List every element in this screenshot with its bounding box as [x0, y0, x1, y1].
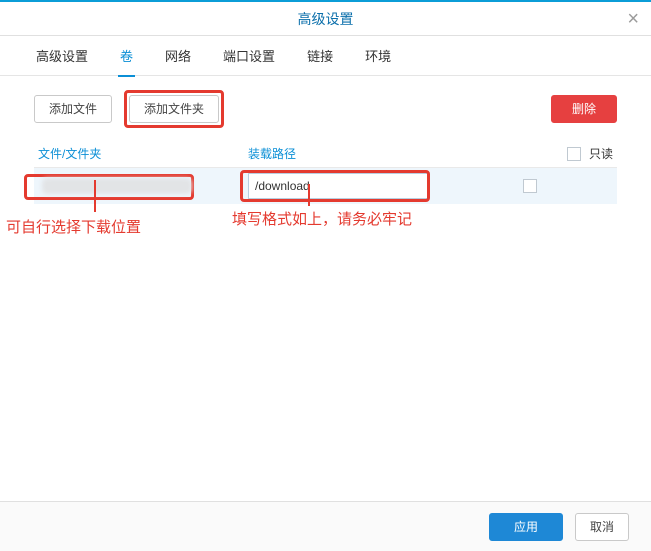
annotation-line-left: [94, 180, 96, 212]
add-folder-button[interactable]: 添加文件夹: [129, 95, 219, 123]
path-value-blurred: [42, 178, 192, 194]
readonly-header-label: 只读: [589, 145, 613, 162]
tab-volume[interactable]: 卷: [118, 46, 135, 77]
tab-network[interactable]: 网络: [163, 46, 193, 65]
tab-links[interactable]: 链接: [305, 46, 335, 65]
tab-bar: 高级设置 卷 网络 端口设置 链接 环境: [0, 36, 651, 76]
titlebar: 高级设置 ×: [0, 2, 651, 36]
cell-path[interactable]: [34, 178, 244, 194]
cell-readonly: [464, 179, 617, 193]
add-file-button[interactable]: 添加文件: [34, 95, 112, 123]
tab-advanced[interactable]: 高级设置: [34, 46, 90, 65]
tab-ports[interactable]: 端口设置: [221, 46, 277, 65]
table-area: 文件/文件夹 装载路径 只读: [0, 140, 651, 204]
delete-button[interactable]: 删除: [551, 95, 617, 123]
toolbar: 添加文件 添加文件夹 删除: [0, 76, 651, 140]
readonly-header-checkbox[interactable]: [567, 147, 581, 161]
tab-env[interactable]: 环境: [363, 46, 393, 65]
annotation-box-mount: [240, 170, 430, 202]
cancel-button[interactable]: 取消: [575, 513, 629, 541]
annotation-text-left: 可自行选择下载位置: [6, 216, 141, 237]
col-header-path: 文件/文件夹: [34, 145, 244, 162]
annotation-line-right: [308, 184, 310, 206]
col-header-mount: 装载路径: [244, 145, 464, 162]
table-row[interactable]: [34, 168, 617, 204]
window-title: 高级设置: [298, 11, 354, 27]
close-icon[interactable]: ×: [627, 2, 639, 36]
apply-button[interactable]: 应用: [489, 513, 563, 541]
annotation-box-add-folder: 添加文件夹: [124, 90, 224, 128]
cell-mount: [244, 173, 464, 199]
annotation-text-right: 填写格式如上，请务必牢记: [232, 208, 412, 229]
readonly-row-checkbox[interactable]: [523, 179, 537, 193]
col-header-readonly: 只读: [464, 145, 617, 162]
table-header: 文件/文件夹 装载路径 只读: [34, 140, 617, 168]
modal-window: 高级设置 × 高级设置 卷 网络 端口设置 链接 环境 添加文件 添加文件夹 删…: [0, 0, 651, 551]
footer: 应用 取消: [0, 501, 651, 551]
